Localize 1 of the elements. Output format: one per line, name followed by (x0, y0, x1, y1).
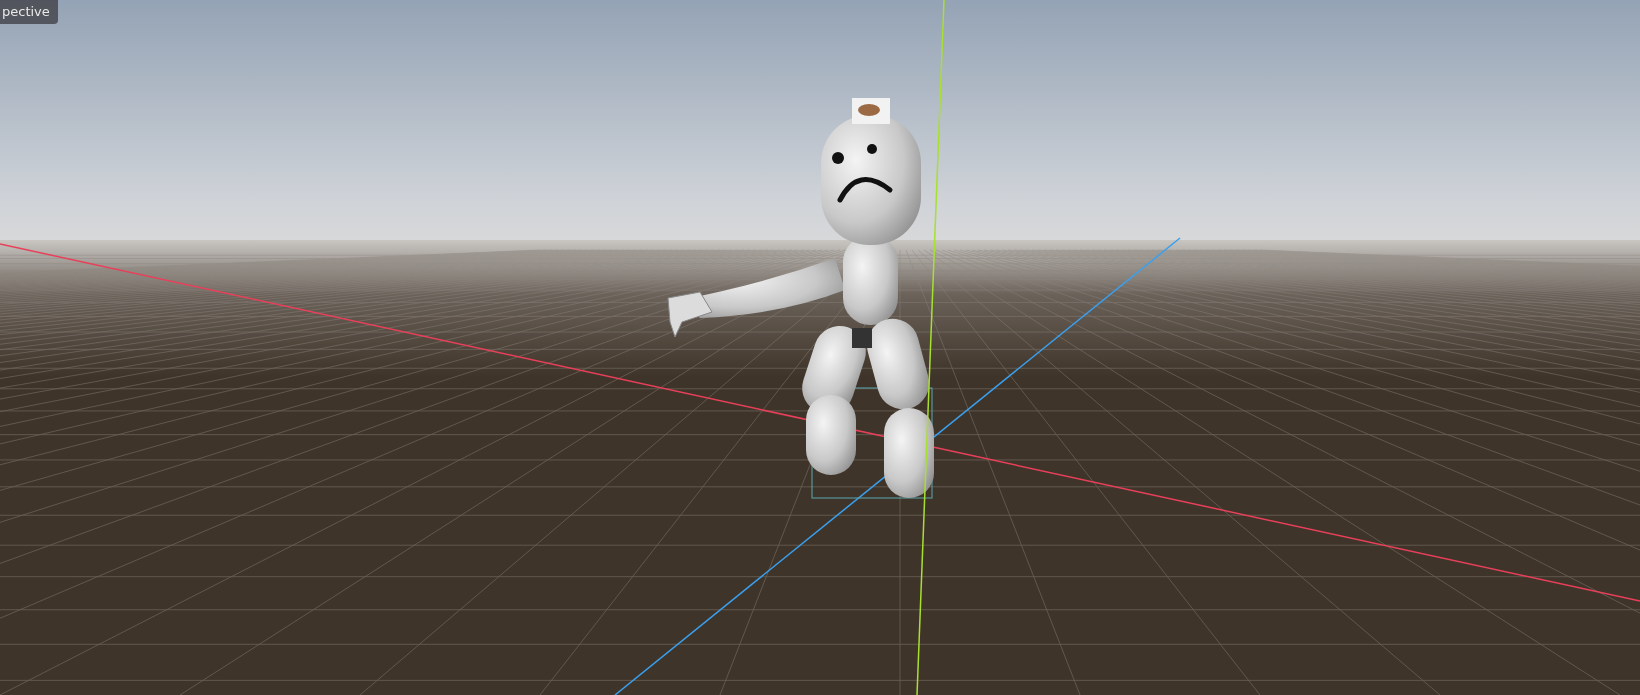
view-mode-label[interactable]: pective (0, 0, 58, 24)
